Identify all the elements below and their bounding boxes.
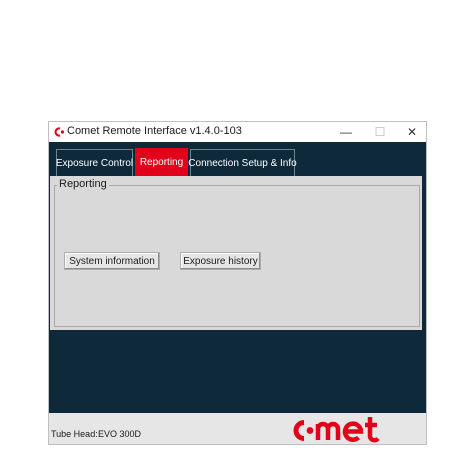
tab-label: Exposure Control xyxy=(55,157,134,169)
maximize-button[interactable]: ☐ xyxy=(365,122,395,142)
reporting-group-label: Reporting xyxy=(57,178,109,190)
close-icon: ✕ xyxy=(406,125,418,139)
footer-bar: Tube Head: EVO 300D xyxy=(49,413,426,444)
tab-panel: Reporting System information Exposure hi… xyxy=(49,176,426,330)
tube-head-value: EVO 300D xyxy=(98,429,142,439)
tab-reporting[interactable]: Reporting xyxy=(135,148,188,176)
system-information-button[interactable]: System information xyxy=(64,252,160,270)
comet-logo-icon xyxy=(54,127,65,137)
status-area xyxy=(49,330,426,413)
minimize-icon: — xyxy=(340,125,352,139)
close-button[interactable]: ✕ xyxy=(397,122,427,142)
minimize-button[interactable]: — xyxy=(331,122,361,142)
tab-exposure-control[interactable]: Exposure Control xyxy=(56,149,133,176)
tab-bar: Exposure Control Reporting Connection Se… xyxy=(49,142,426,176)
exposure-history-button[interactable]: Exposure history xyxy=(180,252,261,270)
tube-head-label: Tube Head: xyxy=(51,429,98,439)
reporting-panel: Reporting System information Exposure hi… xyxy=(50,176,422,330)
title-bar[interactable]: Comet Remote Interface v1.4.0-103 — ☐ ✕ xyxy=(49,122,426,142)
tab-connection-setup-info[interactable]: Connection Setup & Info xyxy=(188,149,297,176)
app-window: Comet Remote Interface v1.4.0-103 — ☐ ✕ … xyxy=(48,121,427,445)
tab-label: Connection Setup & Info xyxy=(188,157,297,169)
maximize-icon: ☐ xyxy=(374,125,386,139)
tab-label: Reporting xyxy=(139,157,184,168)
comet-logo xyxy=(293,417,380,443)
window-title: Comet Remote Interface v1.4.0-103 xyxy=(67,125,242,137)
